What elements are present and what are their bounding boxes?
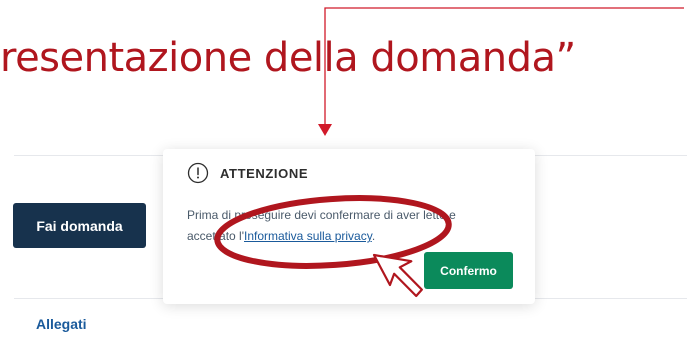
slide-title: resentazione della domanda”	[0, 35, 576, 81]
attention-popover: ATTENZIONE Prima di proseguire devi conf…	[163, 149, 535, 304]
fai-domanda-button[interactable]: Fai domanda	[13, 203, 146, 248]
info-circle-icon	[187, 162, 209, 184]
allegati-link[interactable]: Allegati	[36, 316, 87, 332]
popover-message: Prima di proseguire devi confermare di a…	[187, 205, 507, 247]
popover-title: ATTENZIONE	[220, 165, 309, 181]
popover-header: ATTENZIONE	[187, 162, 308, 184]
privacy-policy-link[interactable]: Informativa sulla privacy	[244, 229, 372, 243]
confirm-button[interactable]: Confermo	[424, 252, 513, 289]
popover-message-end: .	[371, 229, 376, 243]
